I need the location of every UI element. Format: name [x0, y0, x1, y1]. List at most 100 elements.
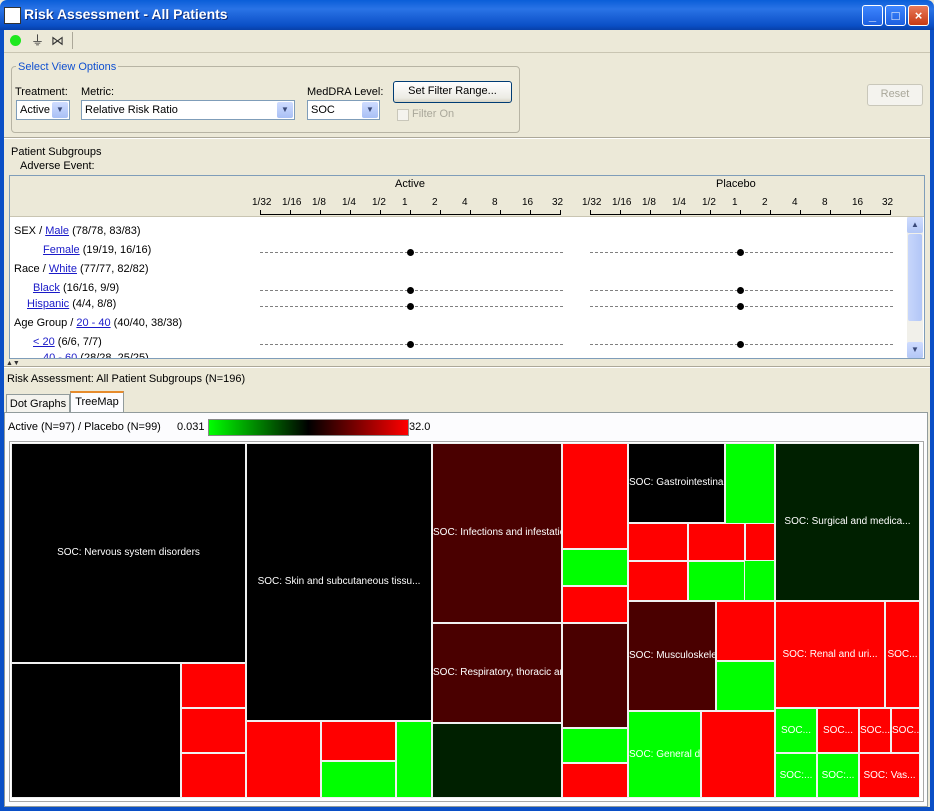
treemap-canvas: SOC: Nervous system disorders SOC: Skin a… [9, 441, 924, 802]
bowtie-icon[interactable]: ⋈ [51, 34, 64, 47]
treemap-cell[interactable] [396, 721, 432, 798]
green-status-dot-icon[interactable] [10, 35, 21, 46]
subgroup-counts: (19/19, 16/16) [79, 244, 152, 256]
axis-line [590, 214, 891, 215]
treemap-cell-label: SOC... [860, 724, 890, 736]
treemap-cell[interactable]: SOC: Vas... [859, 753, 920, 798]
treemap-cell[interactable]: SOC:... [817, 753, 859, 798]
treemap-cell[interactable]: SOC... [775, 708, 817, 753]
treemap-cell[interactable] [181, 708, 246, 753]
scroll-up-icon[interactable]: ▲ [907, 217, 923, 233]
treemap-cell[interactable] [716, 661, 775, 711]
treemap-cell[interactable]: SOC: Skin and subcutaneous tissu... [246, 443, 432, 721]
ratio-point[interactable] [407, 341, 414, 348]
scroll-down-icon[interactable]: ▼ [907, 342, 923, 358]
axis-tick-label: 1/16 [612, 197, 632, 208]
ratio-point[interactable] [737, 303, 744, 310]
close-button[interactable]: × [908, 5, 929, 26]
treemap-cell[interactable] [688, 561, 745, 601]
treemap-cell[interactable] [628, 561, 688, 601]
treemap-cell-label: SOC: Infections and infestations [433, 527, 561, 538]
scroll-thumb[interactable] [908, 234, 922, 321]
treemap-cell[interactable]: SOC: Gastrointestinal diso... [628, 443, 725, 523]
filter-on-checkbox[interactable] [397, 109, 409, 121]
subgroup-counts: (78/78, 83/83) [69, 225, 141, 237]
maximize-button[interactable]: □ [885, 5, 906, 26]
axis-tick-label: 1/4 [672, 197, 686, 208]
treemap-cell[interactable]: SOC: Renal and uri... [775, 601, 885, 708]
subgroup-link[interactable]: Hispanic [27, 298, 69, 310]
treemap-cell[interactable] [321, 721, 396, 761]
subgroup-link[interactable]: Female [43, 244, 80, 256]
treemap-cell[interactable] [432, 723, 562, 798]
reset-button[interactable]: Reset [867, 84, 923, 106]
splitter[interactable] [4, 366, 930, 368]
treemap-cell[interactable] [562, 586, 628, 623]
scale-min-label: 0.031 [177, 421, 205, 433]
subgroup-link[interactable]: Male [45, 225, 69, 237]
minimize-button[interactable]: _ [862, 5, 883, 26]
ratio-point[interactable] [737, 287, 744, 294]
meddra-select[interactable]: SOC ▼ [307, 100, 380, 120]
window-border-right [930, 30, 934, 811]
metric-select[interactable]: Relative Risk Ratio ▼ [81, 100, 295, 120]
treemap-cell[interactable]: SOC:... [775, 753, 817, 798]
treemap-cell[interactable] [745, 523, 775, 561]
treemap-cell[interactable]: SOC... [859, 708, 891, 753]
treemap-cell[interactable]: SOC: Infections and infestations [432, 443, 562, 623]
subgroup-link[interactable]: < 20 [33, 336, 55, 348]
ratio-point[interactable] [407, 249, 414, 256]
ratio-point[interactable] [737, 249, 744, 256]
title-bar[interactable]: Risk Assessment - All Patients _ □ × [0, 0, 934, 30]
subgroup-link[interactable]: White [49, 263, 77, 275]
chevron-down-icon[interactable]: ▼ [362, 102, 378, 118]
tab-treemap[interactable]: TreeMap [70, 391, 124, 412]
treemap-cell[interactable] [321, 761, 396, 798]
chevron-down-icon[interactable]: ▼ [277, 102, 293, 118]
treemap-cell[interactable] [562, 549, 628, 586]
treemap-cell[interactable] [246, 721, 321, 798]
treemap-cell[interactable]: SOC: Nervous system disorders [11, 443, 246, 663]
treemap-cell[interactable] [181, 663, 246, 708]
subgroup-counts: (16/16, 9/9) [59, 282, 120, 294]
subgroup-link[interactable]: 40 - 60 [43, 352, 77, 358]
treemap-cell[interactable] [716, 601, 775, 661]
treemap-cell[interactable] [562, 623, 628, 728]
filter-icon[interactable]: ⏚ [31, 34, 44, 47]
treemap-cell[interactable] [688, 523, 745, 561]
treemap-cell[interactable] [562, 763, 628, 798]
treemap-cell[interactable]: SOC... [817, 708, 859, 753]
ratio-point[interactable] [737, 341, 744, 348]
axis-tick-label: 32 [552, 197, 564, 208]
treemap-cell[interactable]: SOC: Surgical and medica... [775, 443, 920, 601]
ratio-point[interactable] [407, 287, 414, 294]
treemap-cell[interactable] [628, 523, 688, 561]
treemap-cell[interactable]: SOC... [885, 601, 920, 708]
treemap-cell[interactable] [701, 711, 775, 798]
treemap-cell[interactable]: SOC... [891, 708, 920, 753]
subgroup-counts: (28/28, 25/25) [77, 352, 149, 358]
chevron-down-icon[interactable]: ▼ [52, 102, 68, 118]
set-filter-range-button[interactable]: Set Filter Range... [393, 81, 512, 103]
treemap-cell[interactable] [11, 663, 181, 798]
color-scale-bar [208, 419, 409, 436]
toolbar-separator [72, 32, 73, 49]
treemap-cell[interactable] [181, 753, 246, 798]
axis-line [260, 214, 561, 215]
treemap-cell[interactable] [562, 443, 628, 549]
treemap-cell-label: SOC... [892, 724, 919, 736]
vertical-scrollbar[interactable]: ▲ ▼ [907, 217, 923, 358]
metric-value: Relative Risk Ratio [85, 104, 178, 116]
axis-tick-label: 1/8 [312, 197, 326, 208]
subgroup-link[interactable]: Black [33, 282, 60, 294]
ratio-point[interactable] [407, 303, 414, 310]
treemap-panel: Active (N=97) / Placebo (N=99) 0.031 32.… [4, 412, 928, 807]
subgroup-row-label: Black (16/16, 9/9) [33, 282, 119, 294]
treemap-cell[interactable]: SOC: General disorders and... [628, 711, 701, 798]
subgroup-link[interactable]: 20 - 40 [76, 317, 110, 329]
treemap-cell[interactable] [562, 728, 628, 763]
treemap-cell[interactable]: SOC: Respiratory, thoracic and media... [432, 623, 562, 723]
treatment-select[interactable]: Active ▼ [16, 100, 70, 120]
treemap-cell[interactable]: SOC: Musculoskeletal and ... [628, 601, 716, 711]
tab-dot-graphs[interactable]: Dot Graphs [6, 394, 70, 412]
